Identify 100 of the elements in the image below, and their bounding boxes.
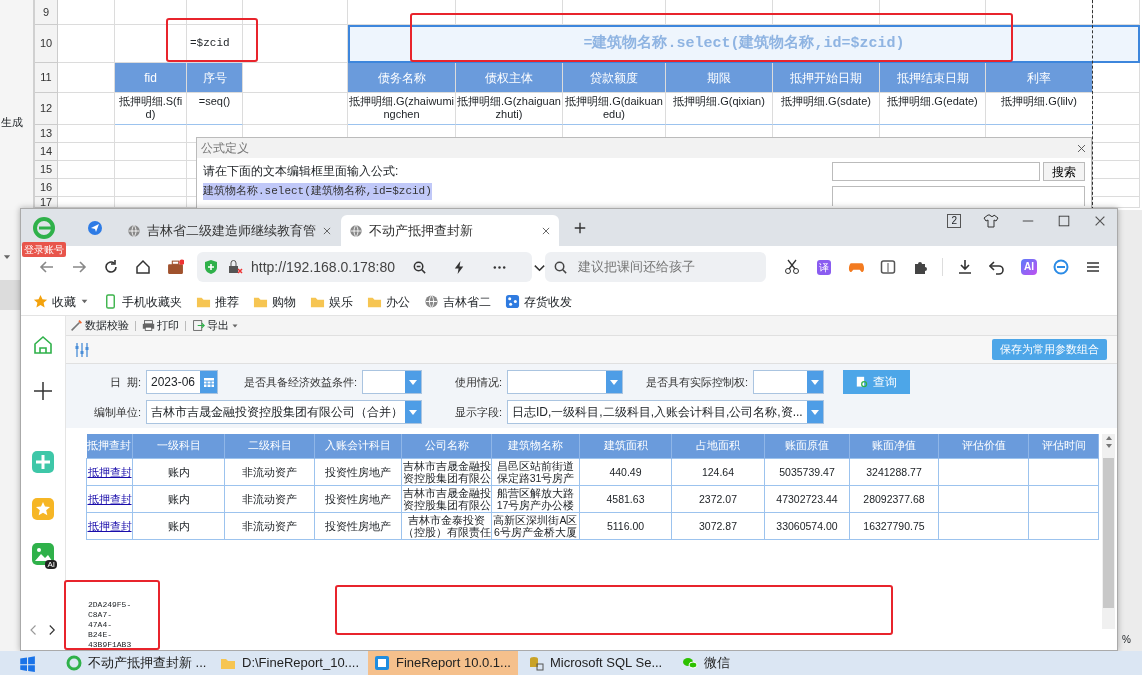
spreadsheet-cell[interactable] (58, 161, 115, 179)
zoom-out-icon[interactable] (411, 259, 427, 275)
toolbar-button[interactable]: 打印 (142, 317, 179, 334)
dropdown-field[interactable] (362, 370, 422, 394)
binding-cell[interactable]: 抵押明细.G(sdate) (773, 93, 880, 125)
browser-tab[interactable]: 不动产抵押查封新 (341, 215, 559, 246)
back-icon[interactable] (39, 259, 55, 275)
spreadsheet-cell[interactable] (58, 125, 115, 143)
close-icon[interactable] (322, 225, 332, 236)
text-area[interactable] (832, 186, 1085, 206)
undo-icon[interactable] (989, 259, 1005, 275)
table-cell: 5116.00 (579, 512, 672, 539)
spreadsheet-cell[interactable] (58, 179, 115, 197)
spreadsheet-cell[interactable] (115, 143, 187, 161)
field-label: 是否具备经济效益条件: (242, 374, 358, 390)
date-field[interactable]: 2023-06 (146, 370, 218, 394)
binding-cell[interactable]: 抵押明细.S(fid) (115, 93, 187, 125)
bookmark[interactable]: 吉林省二 (424, 292, 491, 311)
binding-cell[interactable]: =seq() (187, 93, 243, 125)
dropdown-field[interactable] (507, 370, 623, 394)
download-icon[interactable] (957, 259, 973, 275)
spreadsheet-cell[interactable] (1093, 63, 1140, 93)
search-input[interactable]: 建议把课间还给孩子 (576, 256, 766, 278)
search-button[interactable]: 搜索 (1043, 162, 1085, 181)
dropdown-field[interactable]: 吉林市吉晟金融投资控股集团有限公司（合并） (146, 400, 422, 424)
compass-icon[interactable] (87, 219, 103, 236)
bookmark[interactable]: 购物 (253, 292, 296, 311)
bookmark[interactable]: 手机收藏夹 (103, 292, 182, 311)
search-icon[interactable] (553, 259, 568, 275)
briefcase-icon[interactable] (166, 258, 184, 276)
reload-icon[interactable] (103, 259, 119, 275)
spreadsheet-cell[interactable] (1093, 143, 1140, 161)
dropdown-field[interactable] (753, 370, 824, 394)
ai-button[interactable]: AI (1021, 259, 1037, 275)
dropdown-field[interactable]: 日志ID,一级科目,二级科目,入账会计科目,公司名称,资... (507, 400, 824, 424)
toolbar-button[interactable]: 导出 (192, 317, 239, 334)
puzzle-icon[interactable] (912, 259, 928, 275)
bookmark[interactable]: 娱乐 (310, 292, 353, 311)
binding-cell[interactable]: 抵押明细.G(edate) (880, 93, 986, 125)
close-icon[interactable] (541, 225, 551, 236)
table-cell: 吉林市金泰投资（控股）有限责任 (401, 512, 492, 539)
scissors-icon[interactable] (784, 259, 800, 275)
home-icon[interactable] (135, 259, 151, 275)
login-badge[interactable]: 登录账号 (22, 242, 66, 257)
insecure-lock-icon[interactable] (227, 259, 243, 275)
taskbar-item[interactable]: Microsoft SQL Se... (522, 651, 672, 675)
browser-logo-icon[interactable] (33, 217, 55, 239)
taskbar-item[interactable]: FineReport 10.0.1... (368, 651, 518, 675)
spreadsheet-cell[interactable] (1093, 179, 1140, 197)
close-icon[interactable] (1093, 214, 1107, 228)
spreadsheet-cell[interactable] (58, 143, 115, 161)
maximize-icon[interactable] (1057, 214, 1071, 228)
binding-cell[interactable]: 抵押明细.G(qixian) (666, 93, 773, 125)
spreadsheet-cell[interactable] (115, 161, 187, 179)
search-field[interactable]: 建议把课间还给孩子 (545, 252, 766, 282)
spreadsheet-cell[interactable] (115, 0, 187, 25)
forward-icon[interactable] (71, 259, 87, 275)
spreadsheet-cell[interactable] (187, 0, 243, 25)
spreadsheet-cell[interactable] (1093, 161, 1140, 179)
menu-icon[interactable] (1085, 259, 1101, 275)
bookmark[interactable]: 存货收发 (505, 292, 572, 311)
binding-cell[interactable]: 抵押明细.G(zhaiwumingchen (348, 93, 456, 125)
toolbar-button[interactable]: 数据校验 (70, 317, 129, 334)
spreadsheet-cell[interactable] (58, 93, 115, 125)
medical-cross-icon[interactable] (32, 451, 54, 473)
taskbar-item[interactable]: 不动产抵押查封新 ... (60, 651, 210, 675)
sync-icon[interactable] (1053, 259, 1069, 275)
new-tab-icon[interactable] (573, 220, 587, 235)
binding-cell[interactable]: 抵押明细.G(daikuanedu) (563, 93, 666, 125)
shirt-icon[interactable] (983, 213, 999, 229)
spreadsheet-cell[interactable] (1093, 125, 1140, 143)
scroll-down-icon[interactable] (1104, 442, 1113, 450)
tab-count[interactable]: 2 (947, 214, 961, 228)
spreadsheet-cell[interactable] (243, 0, 348, 25)
bookmark[interactable]: 收藏 (33, 292, 89, 311)
book-icon[interactable] (880, 259, 896, 275)
browser-tab[interactable]: 吉林省二级建造师继续教育管 (119, 215, 337, 246)
bookmark[interactable]: 推荐 (196, 292, 239, 311)
shield-icon[interactable] (203, 259, 219, 275)
spreadsheet-cell[interactable] (115, 125, 187, 143)
scrollbar[interactable] (1102, 434, 1115, 629)
formula-text[interactable]: 建筑物名称.select(建筑物名称,id=$zcid) (203, 183, 432, 200)
close-icon[interactable] (1076, 142, 1087, 154)
binding-cell[interactable]: 抵押明细.G(zhaiguanzhuti) (456, 93, 563, 125)
taskbar-item[interactable]: 微信 (676, 651, 772, 675)
search-field[interactable] (832, 162, 1040, 181)
spreadsheet-cell[interactable] (58, 25, 115, 63)
bookmark[interactable]: 办公 (367, 292, 410, 311)
image-icon[interactable] (32, 543, 54, 565)
spreadsheet-cell[interactable] (1093, 93, 1140, 125)
binding-cell[interactable]: 抵押明细.G(lilv) (986, 93, 1093, 125)
start-icon[interactable] (18, 654, 36, 672)
spreadsheet-cell[interactable] (58, 0, 115, 25)
taskbar-item[interactable]: D:\FineReport_10.... (214, 651, 364, 675)
scroll-up-icon[interactable] (1104, 434, 1113, 442)
spreadsheet-cell[interactable] (243, 93, 348, 125)
translate-button[interactable]: 译 (817, 259, 831, 275)
plus-icon[interactable] (32, 380, 54, 402)
spreadsheet-cell[interactable] (115, 179, 187, 197)
sliders-icon[interactable] (74, 341, 90, 358)
